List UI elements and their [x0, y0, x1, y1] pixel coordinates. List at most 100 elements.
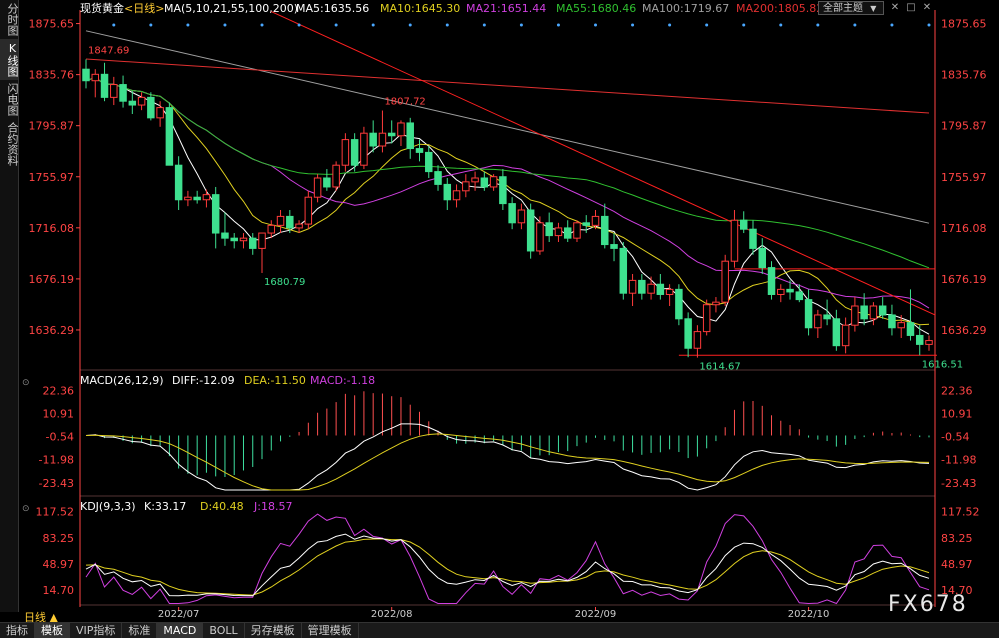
event-dot: [371, 23, 375, 27]
candle-body: [823, 314, 831, 320]
candle-body: [721, 260, 729, 303]
kdj-j-line: [85, 513, 930, 605]
ma-title: MA(5,10,21,55,100,200): [164, 2, 298, 15]
macd-title: MACD(26,12,9): [80, 374, 164, 387]
candle-body: [369, 132, 377, 147]
candle-body: [350, 139, 359, 166]
kdj-tick-right: 117.52: [941, 506, 980, 519]
event-dot: [445, 23, 449, 27]
candle-body: [675, 288, 683, 320]
candle-body: [758, 247, 766, 269]
candle-body: [434, 171, 442, 185]
candle-body: [814, 314, 822, 329]
ma-value-1: MA10:1645.30: [380, 2, 460, 15]
candle-body: [239, 237, 248, 242]
macd-button[interactable]: MACD: [157, 623, 204, 638]
y-tick-label-left: 1755.97: [29, 171, 75, 184]
macd-tick-left: -0.54: [46, 431, 74, 444]
macd-tick-left: 22.36: [43, 384, 75, 397]
candle-body: [415, 148, 424, 153]
candle-body: [452, 190, 461, 201]
candle-body: [693, 331, 702, 349]
macd-tick-left: 10.91: [43, 407, 75, 420]
candle-body: [749, 228, 757, 249]
close-icon[interactable]: ✕: [920, 1, 934, 15]
candle-body: [499, 176, 507, 205]
candle-body: [147, 96, 155, 119]
candle-body: [193, 196, 201, 201]
event-dot: [705, 23, 709, 27]
candle-body: [619, 247, 628, 294]
kdj-value-1: D:40.48: [200, 500, 244, 513]
y-tick-label-left: 1676.19: [29, 273, 75, 286]
candle-body: [573, 222, 581, 239]
kdj-tick-left: 14.70: [43, 584, 75, 597]
event-dot: [927, 23, 931, 27]
candle-body: [869, 305, 878, 320]
macd-tick-right: 22.36: [941, 384, 973, 397]
candle-body: [165, 107, 174, 166]
event-dot: [816, 23, 820, 27]
candle-body: [184, 196, 192, 201]
price-annotation-2: 1807.72: [384, 97, 425, 108]
candle-body: [443, 183, 452, 201]
x-tick-label: 2022/07: [158, 609, 200, 620]
maximize-icon[interactable]: □: [904, 1, 918, 15]
indicator-button[interactable]: 指标: [0, 623, 35, 638]
kdj-tick-right: 83.25: [941, 532, 973, 545]
candle-body: [925, 340, 933, 345]
y-tick-label-right: 1835.76: [941, 69, 987, 82]
candle-body: [536, 222, 544, 252]
price-annotation-3: 1614.67: [699, 362, 740, 373]
boll-button[interactable]: BOLL: [203, 623, 245, 638]
bottom-toolbar: 指标 模板 VIP指标 标准 MACD BOLL 另存模板 管理模板: [0, 622, 999, 638]
event-dot: [890, 23, 894, 27]
kdj-tick-left: 83.25: [43, 532, 75, 545]
vip-indicator-button[interactable]: VIP指标: [70, 623, 123, 638]
standard-button[interactable]: 标准: [122, 623, 158, 638]
macd-settings-icon: ⊙: [22, 378, 30, 388]
candle-body: [526, 209, 535, 252]
candle-body: [128, 100, 137, 106]
candle-body: [110, 84, 118, 98]
y-tick-label-left: 1795.87: [29, 120, 75, 133]
ma-value-5: MA200:1805.82: [736, 2, 823, 15]
kdj-value-0: K:33.17: [144, 500, 186, 513]
event-dot: [594, 23, 598, 27]
kdj-tick-left: 117.52: [36, 506, 75, 519]
candle-body: [480, 177, 489, 188]
chart-canvas[interactable]: 1875.65 1875.65 1835.76 1835.76 1795.87 1795.…: [0, 0, 999, 622]
macd-dea-line: [85, 433, 930, 491]
macd-tick-right: 10.91: [941, 407, 973, 420]
candle-body: [276, 215, 285, 226]
y-tick-label-right: 1676.19: [941, 273, 987, 286]
candle-body: [202, 194, 211, 201]
event-dot: [631, 23, 635, 27]
ma21-line: [85, 76, 930, 309]
candle-body: [915, 334, 924, 345]
template-button[interactable]: 模板: [35, 623, 70, 638]
candle-body: [767, 267, 776, 295]
candle-body: [545, 222, 553, 237]
theme-select[interactable]: 全部主题 ▼: [818, 1, 884, 15]
manage-template-button[interactable]: 管理模板: [302, 623, 359, 638]
candle-body: [82, 68, 90, 82]
candle-body: [777, 288, 785, 295]
candle-body: [387, 132, 396, 137]
save-template-button[interactable]: 另存模板: [245, 623, 302, 638]
symbol-name: 现货黄金: [80, 1, 124, 15]
event-dot: [149, 23, 153, 27]
trendline: [271, 11, 936, 316]
candle-body: [563, 227, 572, 239]
macd-diff-line: [85, 423, 930, 491]
event-dot: [186, 23, 190, 27]
settings-icon[interactable]: ✕: [888, 1, 902, 15]
ma-value-0: MA5:1635.56: [296, 2, 369, 15]
candle-body: [313, 177, 322, 198]
x-tick-label: 2022/10: [788, 609, 830, 620]
candle-body: [323, 177, 331, 188]
y-tick-label-right: 1636.29: [941, 324, 987, 337]
price-annotation-0: 1847.69: [88, 45, 129, 56]
event-dot: [779, 23, 783, 27]
candle-body: [601, 215, 609, 246]
